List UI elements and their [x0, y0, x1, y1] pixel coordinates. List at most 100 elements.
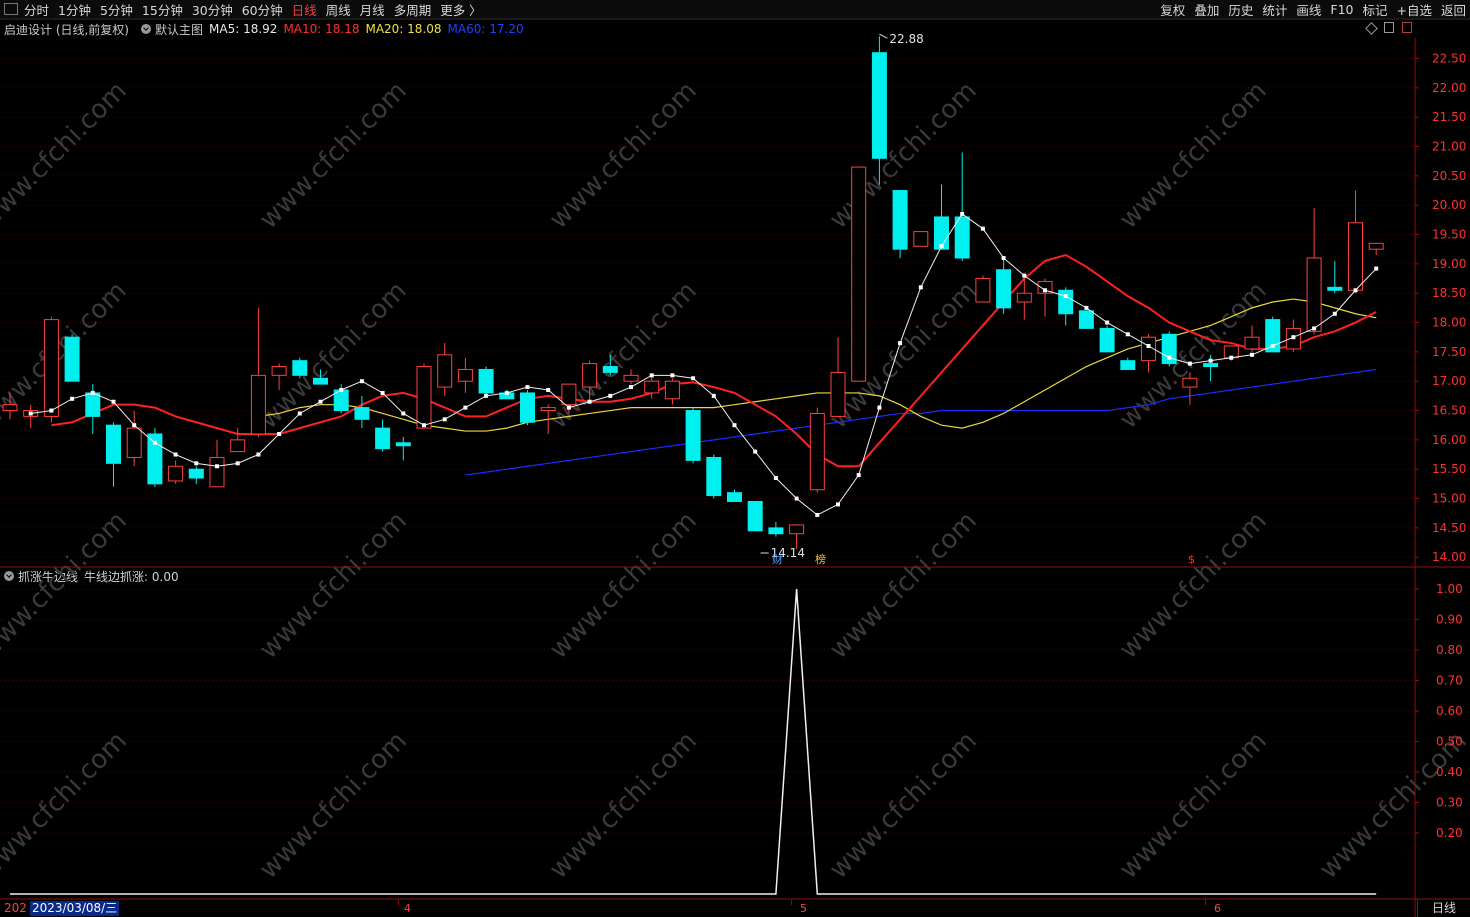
candle — [830, 337, 846, 417]
candle — [478, 366, 494, 396]
candle — [1120, 357, 1136, 370]
ma5-marker — [525, 385, 530, 390]
y-tick-label: 16.00 — [1432, 433, 1466, 447]
candle-body — [478, 368, 494, 394]
ma5-marker — [277, 432, 282, 436]
ma5-marker — [297, 411, 302, 416]
ma5-marker — [1374, 266, 1379, 271]
ranking-badge[interactable]: 榜 — [815, 553, 826, 566]
candle-body — [871, 52, 887, 159]
candle-body — [188, 468, 204, 479]
candle-body — [789, 524, 805, 535]
candle — [1161, 331, 1177, 367]
watermark-text: www.cfchi.com — [254, 726, 413, 885]
dividend-badge[interactable]: $ — [1188, 553, 1195, 566]
sub-y-tick-label: 0.30 — [1436, 796, 1463, 810]
ma5-marker — [980, 226, 985, 231]
finance-badge[interactable]: 财 — [772, 553, 783, 566]
ma5-marker — [49, 408, 54, 413]
month-label-5: 5 — [800, 902, 807, 915]
candle — [1078, 310, 1094, 329]
candle — [250, 307, 266, 437]
sub-y-tick-label: 0.80 — [1436, 643, 1463, 657]
ma5-marker — [1022, 273, 1027, 278]
y-tick-label: 22.00 — [1432, 81, 1466, 95]
candle — [892, 190, 908, 258]
candle-body — [623, 374, 639, 382]
candle — [975, 275, 991, 303]
ma5-marker — [1208, 358, 1213, 363]
y-tick-label: 20.50 — [1432, 169, 1466, 183]
watermark-text: www.cfchi.com — [0, 506, 133, 665]
sub-y-tick-label: 0.90 — [1436, 613, 1463, 627]
candle-body — [685, 410, 701, 461]
candle-body — [375, 427, 391, 450]
ma5-marker — [194, 461, 199, 466]
ma5-marker — [649, 373, 654, 378]
ma5-marker — [70, 396, 75, 401]
candle — [851, 166, 867, 382]
candle — [106, 422, 121, 487]
candle-body — [209, 456, 225, 488]
candle-body — [830, 371, 846, 417]
y-tick-label: 15.00 — [1432, 492, 1466, 506]
ma5-marker — [732, 423, 737, 428]
ma5-marker — [629, 385, 633, 390]
candle — [43, 316, 59, 423]
y-tick-label: 15.50 — [1432, 462, 1466, 476]
ma5-marker — [380, 390, 385, 395]
watermark-text: www.cfchi.com — [0, 76, 133, 235]
candle — [147, 428, 163, 487]
candle-body — [230, 439, 246, 453]
high-price-label: 22.88 — [889, 32, 923, 46]
ma5-marker — [1270, 344, 1275, 348]
candle — [954, 152, 970, 261]
y-tick-label: 17.50 — [1432, 345, 1466, 359]
ma5-marker — [1291, 335, 1296, 340]
candle-body — [1327, 286, 1343, 291]
y-tick-label: 20.00 — [1432, 198, 1466, 212]
candle-body — [1182, 377, 1198, 388]
candle — [913, 231, 929, 247]
ma5-marker — [1229, 355, 1234, 360]
candle — [809, 407, 825, 493]
period-indicator[interactable]: 日线 — [1417, 899, 1470, 917]
watermark-text: www.cfchi.com — [544, 726, 703, 885]
ma5-marker — [339, 388, 344, 392]
candle-body — [1348, 222, 1363, 291]
ma5-marker — [359, 379, 364, 384]
candle — [292, 357, 308, 379]
kline-chart[interactable]: www.cfchi.com www.cfchi.com www.cfchi.com w… — [0, 0, 1470, 917]
watermark-text: www.cfchi.com — [254, 506, 413, 665]
candle — [685, 407, 701, 464]
candle-body — [2, 404, 18, 412]
candle-body — [354, 407, 370, 420]
candle-body — [664, 380, 680, 400]
candle-body — [851, 166, 867, 382]
candle — [1306, 208, 1322, 335]
ma5-marker — [546, 388, 551, 392]
candle — [354, 395, 370, 429]
y-tick-label: 21.50 — [1432, 110, 1466, 124]
ma5-marker — [856, 473, 861, 478]
ma5-marker — [670, 373, 675, 378]
candle-body — [1016, 292, 1032, 303]
candle-body — [250, 374, 266, 435]
ma5-marker — [773, 476, 778, 480]
watermark-text: www.cfchi.com — [824, 726, 983, 885]
ma5-marker — [256, 452, 261, 457]
ma5-marker — [918, 285, 923, 290]
ma5-marker — [28, 411, 33, 416]
sub-y-tick-label: 0.60 — [1436, 704, 1463, 718]
candle-body — [126, 427, 142, 458]
watermark-text: www.cfchi.com — [0, 726, 133, 885]
candle-body — [1058, 289, 1074, 315]
ma5-marker — [1125, 332, 1130, 337]
candle-body — [85, 392, 101, 417]
candle-body — [395, 442, 411, 447]
ma5-marker — [401, 411, 406, 416]
ma5-marker — [463, 405, 468, 410]
candle-body — [540, 407, 556, 412]
watermark-text: www.cfchi.com — [824, 506, 983, 665]
candle — [188, 466, 204, 484]
